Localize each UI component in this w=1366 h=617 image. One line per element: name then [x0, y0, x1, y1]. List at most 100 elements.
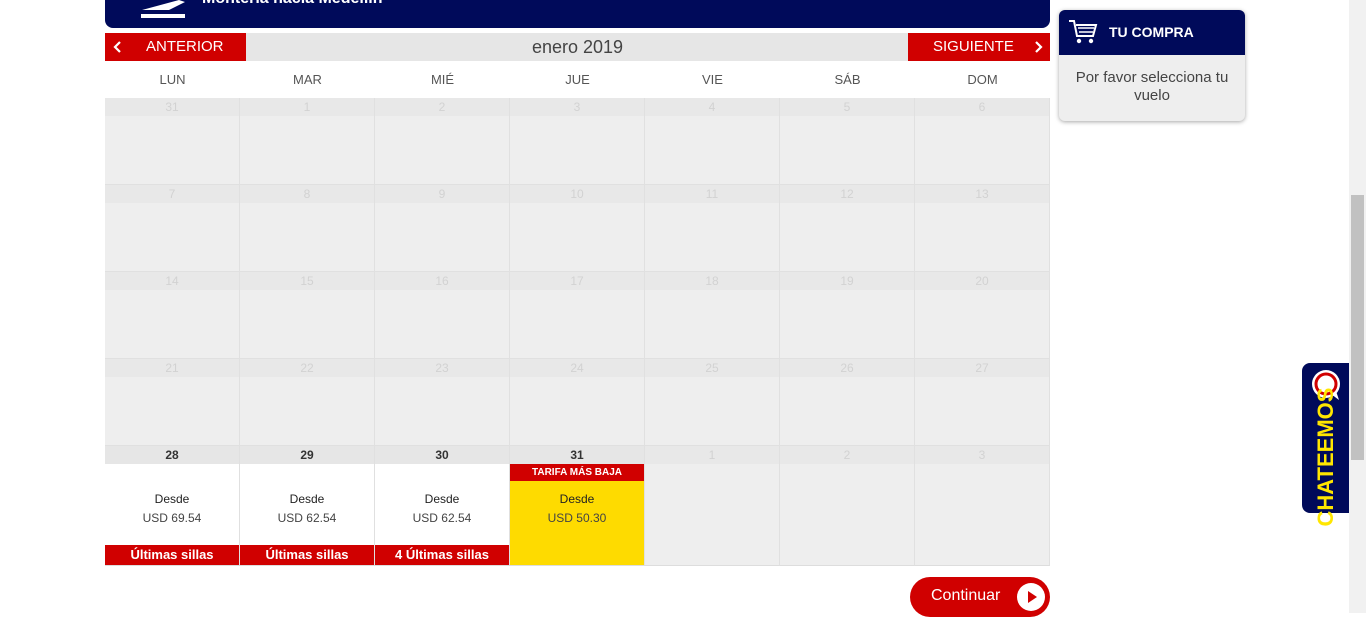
seats-warning: 4 Últimas sillas	[375, 545, 509, 565]
fare-price: USD 69.54	[142, 511, 202, 525]
seats-warning: Últimas sillas	[240, 545, 374, 565]
weekday-label: VIE	[702, 72, 723, 87]
day-number: 30	[375, 446, 509, 464]
calendar-day-disabled: 26	[780, 359, 915, 446]
calendar-day-disabled: 1	[645, 446, 780, 566]
fare-from-label: Desde	[559, 492, 595, 506]
purchase-message: Por favor selecciona tu vuelo	[1075, 69, 1229, 104]
day-number: 12	[780, 185, 914, 203]
calendar-day-disabled: 12	[780, 185, 915, 272]
scrollbar-thumb[interactable]	[1351, 195, 1364, 460]
shopping-cart-icon	[1069, 20, 1098, 44]
day-number: 6	[915, 98, 1049, 116]
continue-label: Continuar	[931, 587, 1001, 604]
fare-from-label: Desde	[289, 492, 325, 506]
day-number: 17	[510, 272, 644, 290]
calendar-day-disabled: 3	[915, 446, 1050, 566]
fare-price: USD 62.54	[412, 511, 472, 525]
calendar-day-disabled: 21	[105, 359, 240, 446]
calendar-day-disabled: 24	[510, 359, 645, 446]
calendar-day-disabled: 16	[375, 272, 510, 359]
calendar-day-disabled: 23	[375, 359, 510, 446]
route-title: Montería hacia Medellín	[202, 0, 382, 8]
fare-from-label: Desde	[154, 492, 190, 506]
chat-tab[interactable]: CHATEEMOS	[1302, 363, 1350, 526]
weekday-label: SÁB	[834, 72, 861, 87]
day-number: 4	[645, 98, 779, 116]
fare-price: USD 62.54	[277, 511, 337, 525]
day-number: 31	[105, 98, 239, 116]
weekday-label: MIÉ	[430, 72, 455, 87]
day-number: 11	[645, 185, 779, 203]
next-month-button[interactable]: SIGUIENTE	[908, 33, 1050, 61]
calendar-grid: 31 1 2 3 4 5 6 7 8 9 10 11 12 13 14 15 1…	[105, 98, 1050, 446]
purchase-header: TU COMPRA	[1059, 10, 1245, 55]
calendar-day-disabled: 25	[645, 359, 780, 446]
plane-icon	[141, 0, 185, 18]
previous-month-button[interactable]: ANTERIOR	[105, 33, 246, 61]
calendar-day-disabled: 1	[240, 98, 375, 185]
day-number: 3	[510, 98, 644, 116]
purchase-summary: TU COMPRA Por favor selecciona tu vuelo	[1059, 10, 1245, 121]
fare-price: USD 50.30	[547, 511, 607, 525]
calendar-day-lowest-fare[interactable]: 31 TARIFA MÁS BAJA Desde USD 50.30	[510, 446, 645, 566]
day-number: 26	[780, 359, 914, 377]
calendar-day-disabled: 7	[105, 185, 240, 272]
weekday-label: DOM	[967, 72, 998, 87]
day-number: 20	[915, 272, 1049, 290]
weekday-label: LUN	[159, 72, 186, 87]
calendar-day-disabled: 3	[510, 98, 645, 185]
calendar-day-disabled: 22	[240, 359, 375, 446]
day-number: 13	[915, 185, 1049, 203]
day-number: 10	[510, 185, 644, 203]
day-number: 1	[645, 446, 779, 464]
calendar-day-disabled: 14	[105, 272, 240, 359]
day-number: 19	[780, 272, 914, 290]
page-scrollbar[interactable]	[1349, 0, 1366, 613]
play-icon	[1017, 583, 1045, 611]
day-number: 23	[375, 359, 509, 377]
calendar-day-disabled: 8	[240, 185, 375, 272]
day-number: 16	[375, 272, 509, 290]
calendar-day-available[interactable]: 29 Desde USD 62.54 Últimas sillas	[240, 446, 375, 566]
continue-button[interactable]: Continuar	[910, 577, 1050, 617]
calendar-day-disabled: 2	[780, 446, 915, 566]
weekday-header: LUN MAR MIÉ JUE VIE SÁB DOM	[105, 62, 1050, 99]
calendar-day-disabled: 2	[375, 98, 510, 185]
previous-month-label: ANTERIOR	[146, 38, 224, 55]
day-number: 3	[915, 446, 1049, 464]
chevron-right-icon	[1035, 41, 1043, 53]
calendar-day-disabled: 9	[375, 185, 510, 272]
day-number: 31	[510, 446, 644, 464]
calendar-day-disabled: 18	[645, 272, 780, 359]
calendar-day-disabled: 11	[645, 185, 780, 272]
day-number: 7	[105, 185, 239, 203]
lowest-fare-badge: TARIFA MÁS BAJA	[510, 464, 644, 481]
day-number: 2	[375, 98, 509, 116]
day-number: 14	[105, 272, 239, 290]
calendar-day-available[interactable]: 28 Desde USD 69.54 Últimas sillas	[105, 446, 240, 566]
month-navigation: enero 2019 ANTERIOR SIGUIENTE	[105, 33, 1050, 61]
day-number: 22	[240, 359, 374, 377]
calendar-day-disabled: 6	[915, 98, 1050, 185]
route-banner: Montería hacia Medellín	[105, 0, 1050, 28]
day-number: 24	[510, 359, 644, 377]
purchase-title: TU COMPRA	[1109, 24, 1194, 40]
day-number: 27	[915, 359, 1049, 377]
day-number: 8	[240, 185, 374, 203]
fare-from-label: Desde	[424, 492, 460, 506]
calendar-day-disabled: 15	[240, 272, 375, 359]
seats-warning: Últimas sillas	[105, 545, 239, 565]
calendar-day-disabled: 4	[645, 98, 780, 185]
day-number: 25	[645, 359, 779, 377]
calendar-day-disabled: 31	[105, 98, 240, 185]
calendar-day-disabled: 27	[915, 359, 1050, 446]
day-number: 28	[105, 446, 239, 464]
day-number: 15	[240, 272, 374, 290]
day-number: 1	[240, 98, 374, 116]
calendar-day-disabled: 5	[780, 98, 915, 185]
calendar-day-available[interactable]: 30 Desde USD 62.54 4 Últimas sillas	[375, 446, 510, 566]
weekday-label: MAR	[293, 72, 322, 87]
day-number: 29	[240, 446, 374, 464]
day-number: 5	[780, 98, 914, 116]
